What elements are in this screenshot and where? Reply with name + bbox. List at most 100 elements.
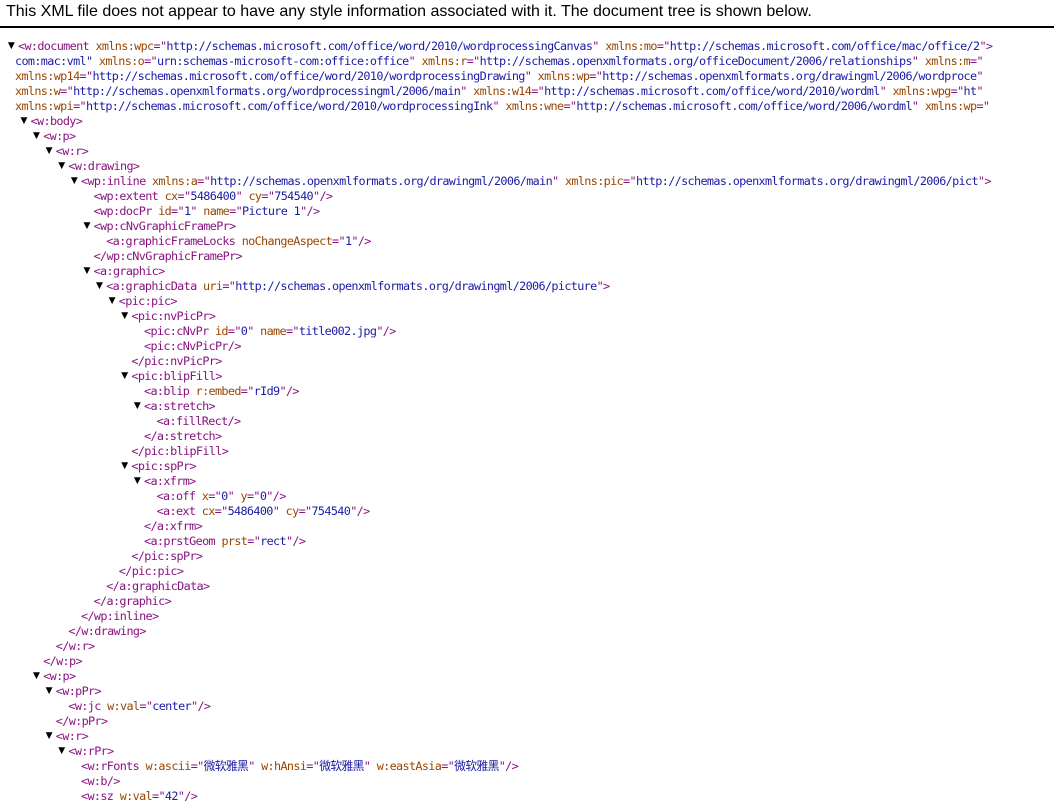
- xml-tag-name: <a:graphicFrameLocks: [106, 234, 236, 248]
- xml-line-content: </w:pPr>: [56, 714, 108, 729]
- xml-tag-name: </a:graphicData: [106, 579, 203, 593]
- xml-line-content: <w:sz w:val="42"/>: [81, 789, 198, 804]
- xml-tree-line: ▼ <w:p>: [0, 129, 1054, 144]
- xml-attr-value: http://schemas.microsoft.com/office/word…: [544, 84, 880, 98]
- xml-tree-line: ▼ <wp:inline xmlns:a="http://schemas.open…: [0, 174, 1054, 189]
- xml-line-content: </pic:spPr>: [131, 549, 203, 564]
- xml-tag-end: />: [505, 759, 519, 773]
- xml-tag-name: <w:sz: [81, 789, 114, 803]
- xml-attr-value: http://schemas.openxmlformats.org/office…: [479, 54, 913, 68]
- triangle-down-icon[interactable]: ▼: [82, 264, 92, 279]
- xml-tag-end: >: [164, 594, 172, 608]
- xml-tag-end: />: [285, 384, 300, 398]
- xml-quote: ": [879, 84, 887, 98]
- xml-quote: ": [235, 189, 243, 203]
- xml-tag-name: <a:graphic: [93, 264, 159, 278]
- xml-attr-name: xmlns:a: [151, 174, 198, 188]
- xml-attr-value: 微软雅黑: [319, 759, 364, 773]
- xml-attr-value: 微软雅黑: [203, 759, 249, 773]
- triangle-down-icon[interactable]: ▼: [119, 459, 129, 474]
- xml-tree-line: ▼ <w:document xmlns:wpc="http://schemas.m…: [0, 39, 1054, 54]
- xml-tree-line: </a:stretch>: [0, 429, 1054, 444]
- xml-line-content: <pic:pic>: [118, 294, 178, 309]
- xml-attr-name: xmlns:o: [98, 54, 145, 68]
- xml-tree-line: <a:graphicFrameLocks noChangeAspect="1"/…: [0, 234, 1054, 249]
- xml-tag-name: <w:b: [81, 774, 107, 788]
- triangle-down-icon[interactable]: ▼: [31, 669, 41, 684]
- xml-tag-name: </wp:cNvGraphicFramePr: [93, 249, 237, 263]
- xml-line-content: <w:rPr>: [68, 744, 114, 759]
- xml-tag-end: />: [382, 324, 397, 338]
- triangle-down-icon[interactable]: ▼: [44, 684, 54, 699]
- xml-line-content: <a:xfrm>: [144, 474, 196, 489]
- xml-line-content: <a:graphic>: [93, 264, 166, 279]
- xml-tag-name: </a:graphic: [93, 594, 166, 608]
- triangle-down-icon[interactable]: ▼: [31, 129, 41, 144]
- triangle-down-icon[interactable]: ▼: [119, 309, 129, 324]
- xml-tag-end: />: [227, 414, 242, 428]
- xml-tag-end: >: [229, 219, 236, 233]
- xml-tree-line: </w:p>: [0, 654, 1054, 669]
- xml-tag-end: >: [235, 249, 243, 263]
- xml-attr-value: 42: [164, 789, 179, 803]
- xml-attr-value: 5486400: [227, 504, 274, 518]
- xml-attr-name: xmlns:wp: [924, 99, 977, 113]
- xml-attr-value: http://schemas.microsoft.com/office/word…: [85, 99, 493, 113]
- triangle-down-icon[interactable]: ▼: [119, 369, 129, 384]
- xml-tree-line: ▼ <pic:nvPicPr>: [0, 309, 1054, 324]
- xml-tag-end: />: [272, 489, 287, 503]
- xml-tag-end: >: [151, 609, 159, 623]
- xml-quote: ": [492, 99, 499, 113]
- triangle-down-icon[interactable]: ▼: [44, 144, 54, 159]
- xml-line-content: <wp:extent cx="5486400" cy="754540"/>: [94, 189, 333, 204]
- xml-line-content: </a:xfrm>: [144, 519, 203, 534]
- xml-line-content: <w:rFonts w:ascii="微软雅黑" w:hAnsi="微软雅黑" …: [81, 759, 519, 774]
- xml-line-content: <a:stretch>: [144, 399, 216, 414]
- triangle-down-icon[interactable]: ▼: [132, 474, 142, 489]
- xml-tag-end: >: [202, 579, 210, 593]
- xml-tag-name: </pic:pic: [118, 564, 178, 578]
- xml-line-content: <w:b/>: [81, 774, 120, 789]
- triangle-down-icon[interactable]: ▼: [19, 114, 29, 129]
- xml-tree-line: <wp:docPr id="1" name="Picture 1"/>: [0, 204, 1054, 219]
- triangle-down-icon[interactable]: ▼: [6, 39, 16, 54]
- triangle-down-icon[interactable]: ▼: [132, 399, 142, 414]
- xml-tree-line: </a:graphicData>: [0, 579, 1054, 594]
- xml-tree-line: ▼ <w:body>: [0, 114, 1054, 129]
- xml-tag-end: >: [189, 474, 196, 488]
- xml-tag-name: <wp:docPr: [93, 204, 153, 218]
- xml-quote: ": [982, 99, 990, 113]
- xml-line-content: <a:prstGeom prst="rect"/>: [144, 534, 306, 549]
- xml-tag-name: </w:p: [43, 654, 76, 668]
- xml-tree-line: ▼ <a:stretch>: [0, 399, 1054, 414]
- xml-quote: ": [248, 759, 255, 773]
- xml-attr-name: id: [158, 204, 172, 218]
- xml-tag-name: <w:r: [55, 729, 82, 743]
- xml-tree-line: <w:b/>: [0, 774, 1054, 789]
- xml-tag-name: <w:r: [55, 144, 82, 158]
- xml-tag-end: >: [75, 114, 83, 128]
- triangle-down-icon[interactable]: ▼: [107, 294, 117, 309]
- xml-attr-value: 微软雅黑: [454, 759, 499, 773]
- triangle-down-icon[interactable]: ▼: [69, 174, 79, 189]
- triangle-down-icon[interactable]: ▼: [56, 159, 66, 174]
- xml-attr-value: http://schemas.openxmlformats.org/wordpr…: [73, 84, 461, 98]
- triangle-down-icon[interactable]: ▼: [94, 279, 104, 294]
- xml-attr-name: cy: [285, 504, 300, 518]
- xml-tag-end: >: [208, 309, 216, 323]
- xml-tree-line: <a:off x="0" y="0"/>: [0, 489, 1054, 504]
- xml-tree-line: xmlns:w="http://schemas.openxmlformats.o…: [0, 84, 1054, 99]
- xml-tag-name: <pic:pic: [118, 294, 171, 308]
- triangle-down-icon[interactable]: ▼: [56, 744, 66, 759]
- xml-attr-value: http://schemas.openxmlformats.org/drawin…: [235, 279, 597, 293]
- xml-tree-line: ▼ <w:rPr>: [0, 744, 1054, 759]
- xml-attr-name: noChangeAspect: [241, 234, 333, 248]
- xml-tag-end: >: [75, 654, 82, 668]
- xml-line-content: <pic:cNvPicPr/>: [144, 339, 241, 354]
- xml-line-content: <w:body>: [31, 114, 83, 129]
- xml-tag-end: >: [985, 39, 993, 53]
- xml-tag-end: >: [69, 669, 76, 683]
- triangle-down-icon[interactable]: ▼: [44, 729, 54, 744]
- triangle-down-icon[interactable]: ▼: [82, 219, 92, 234]
- xml-tag-name: <pic:spPr: [131, 459, 190, 473]
